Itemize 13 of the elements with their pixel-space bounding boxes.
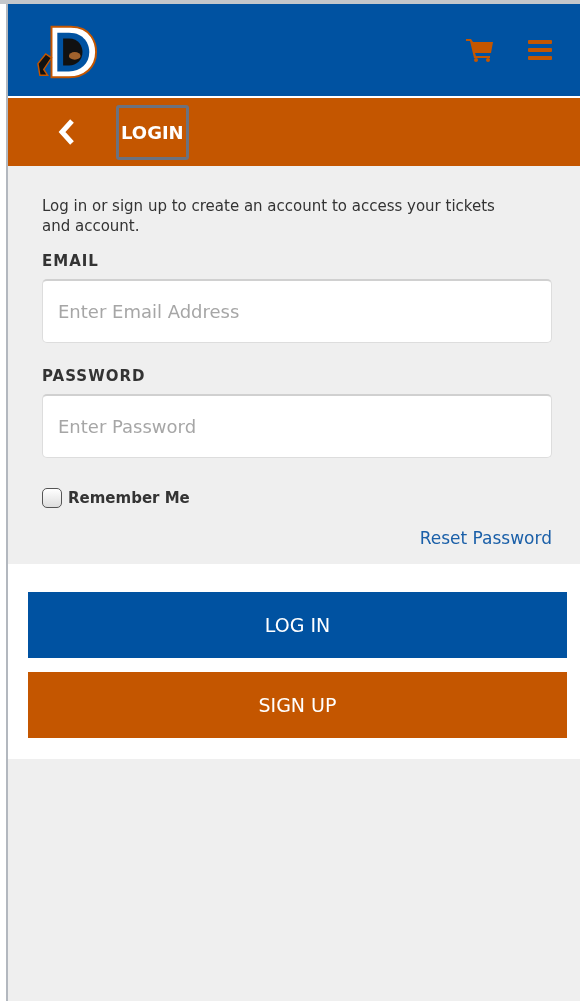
password-field[interactable]: Enter Password: [42, 394, 552, 458]
checkbox-label[interactable]: Remember Me: [68, 489, 190, 507]
page-title[interactable]: LOGIN: [116, 104, 189, 160]
intro-text: Log in or sign up to create an account to access your tickets and account.: [42, 196, 496, 236]
field-label: EMAIL: [42, 252, 100, 270]
back-icon[interactable]: [58, 119, 76, 145]
field-label: PASSWORD: [42, 367, 147, 385]
logo-icon[interactable]: [36, 24, 98, 80]
login-button[interactable]: LOG IN: [28, 592, 567, 658]
signup-button[interactable]: SIGN UP: [28, 672, 567, 738]
email-field[interactable]: Enter Email Address: [42, 279, 552, 343]
reset-password-link[interactable]: Reset Password: [419, 528, 552, 548]
remember-checkbox[interactable]: [42, 488, 62, 508]
